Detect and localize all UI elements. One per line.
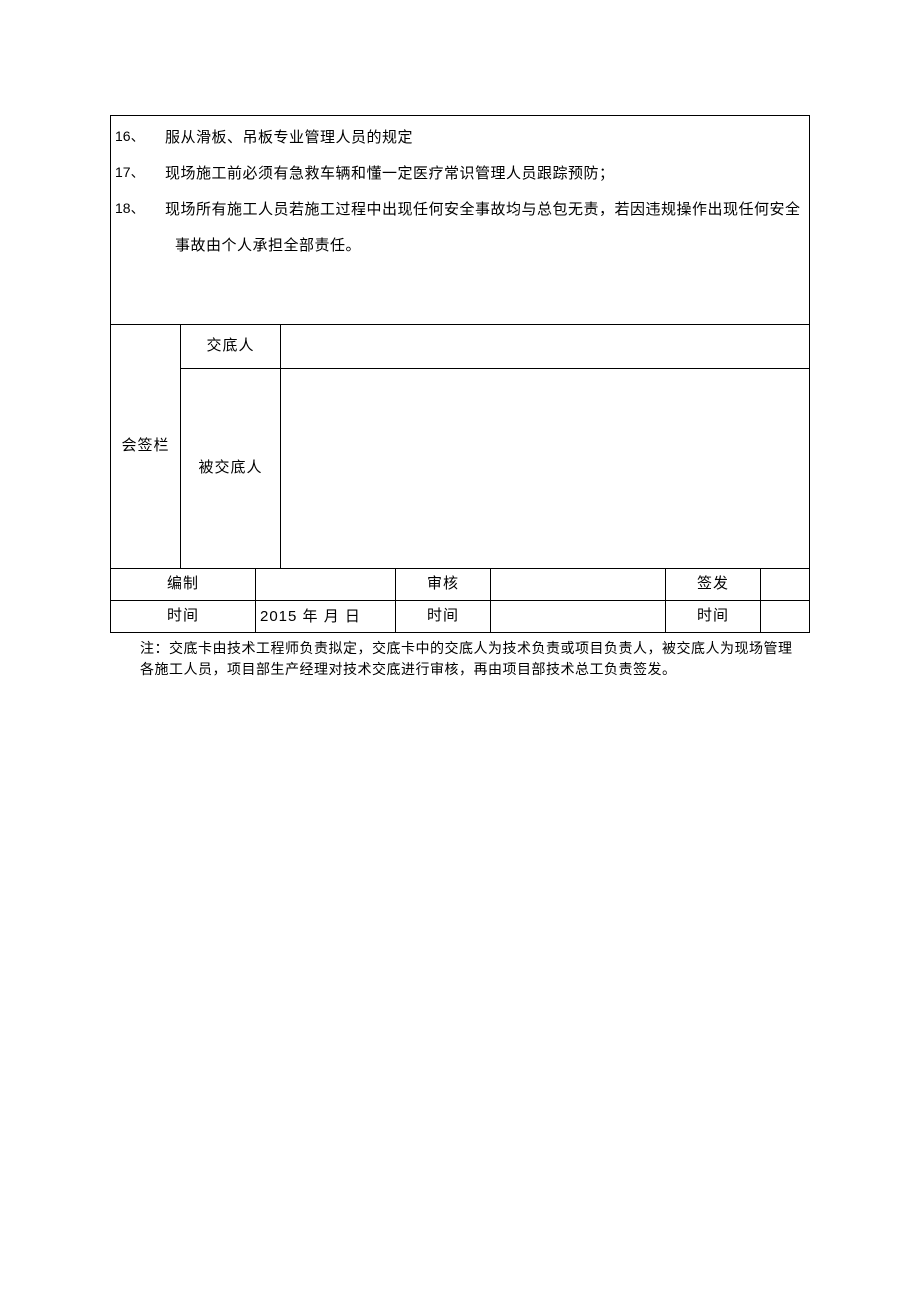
sign-table: 会签栏 交底人 被交底人 [110,324,810,569]
list-number: 16、 [115,120,165,154]
content-cell: 16、 服从滑板、吊板专业管理人员的规定 17、 现场施工前必须有急救车辆和懂一… [111,116,810,325]
shenhe-date-value [491,601,666,633]
list-item-17: 17、 现场施工前必须有急救车辆和懂一定医疗常识管理人员跟踪预防； [115,156,801,192]
list-continuation: 事故由个人承担全部责任。 [115,228,801,264]
jiaodiren-value [281,325,810,369]
list-item-18: 18、 现场所有施工人员若施工过程中出现任何安全事故均与总包无责，若因违规操作出… [115,192,801,228]
note-text: 注：交底卡由技术工程师负责拟定，交底卡中的交底人为技术负责或项目负责人，被交底人… [110,639,810,681]
beijiaodiren-label: 被交底人 [181,369,281,569]
shenhe-value [491,569,666,601]
list-text: 现场所有施工人员若施工过程中出现任何安全事故均与总包无责，若因违规操作出现任何安… [165,192,801,228]
bianzhi-value [256,569,396,601]
main-table: 16、 服从滑板、吊板专业管理人员的规定 17、 现场施工前必须有急救车辆和懂一… [110,115,810,325]
qianfa-label: 签发 [666,569,761,601]
list-text: 服从滑板、吊板专业管理人员的规定 [165,120,801,156]
list-number: 18、 [115,192,165,226]
shijian-label-2: 时间 [396,601,491,633]
beijiaodiren-value [281,369,810,569]
date-value: 2015 年 月 日 [256,601,396,633]
list-text: 现场施工前必须有急救车辆和懂一定医疗常识管理人员跟踪预防； [165,156,801,192]
shenhe-label: 审核 [396,569,491,601]
list-item-16: 16、 服从滑板、吊板专业管理人员的规定 [115,120,801,156]
bianzhi-label: 编制 [111,569,256,601]
huiqian-label: 会签栏 [111,325,181,569]
jiaodiren-label: 交底人 [181,325,281,369]
shijian-label-3: 时间 [666,601,761,633]
qianfa-value [761,569,810,601]
shijian-label-1: 时间 [111,601,256,633]
qianfa-date-value [761,601,810,633]
footer-table: 编制 审核 签发 时间 2015 年 月 日 时间 时间 [110,568,810,633]
list-number: 17、 [115,156,165,190]
